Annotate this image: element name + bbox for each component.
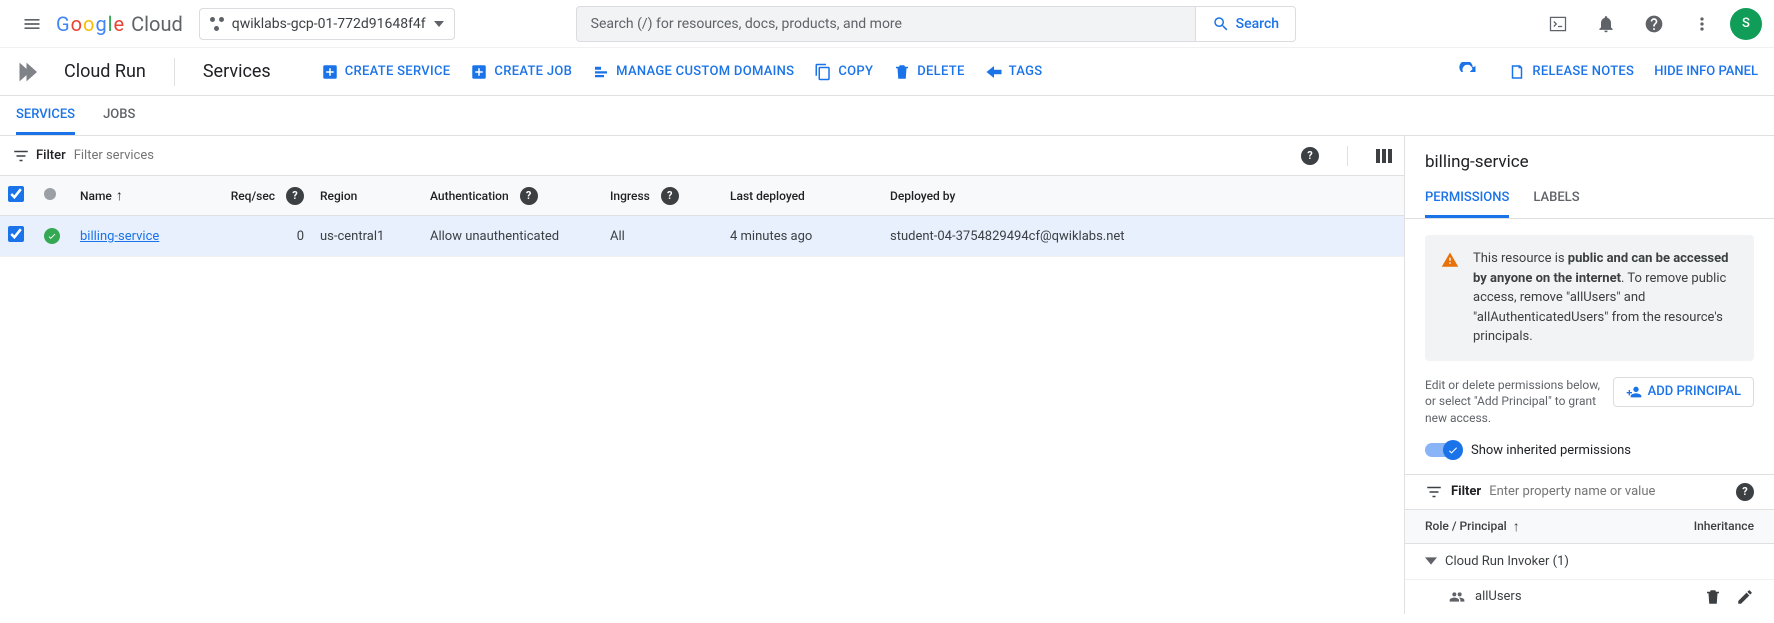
public-warning: This resource is public and can be acces… [1425,235,1754,361]
project-picker[interactable]: qwiklabs-gcp-01-772d91648f4f [199,8,455,40]
col-last-deployed[interactable]: Last deployed [722,176,882,216]
group-icon [1449,589,1465,605]
tab-services[interactable]: SERVICES [16,96,75,135]
filter-label: Filter [12,147,66,165]
principal-row: allUsers [1405,580,1774,614]
project-name: qwiklabs-gcp-01-772d91648f4f [232,16,426,32]
notifications-button[interactable] [1586,4,1626,44]
edit-help-text: Edit or delete permissions below, or sel… [1425,377,1601,427]
release-notes-button[interactable]: RELEASE NOTES [1508,63,1634,81]
filter-help-icon[interactable]: ? [1301,147,1319,165]
principal-name: allUsers [1475,589,1522,604]
filter-input[interactable] [74,148,1293,163]
help-icon[interactable]: ? [520,187,538,205]
search-placeholder: Search (/) for resources, docs, products… [591,16,902,32]
service-link[interactable]: billing-service [80,229,159,244]
services-table: Name↑ Req/sec ? Region Authentication ? … [0,176,1404,257]
copy-icon [814,63,832,81]
copy-button[interactable]: COPY [814,63,873,81]
search-input[interactable]: Search (/) for resources, docs, products… [576,6,1196,42]
tab-jobs[interactable]: JOBS [103,96,135,135]
sort-asc-icon: ↑ [116,187,123,204]
show-inherited-toggle[interactable] [1425,443,1461,457]
delete-principal-button[interactable] [1704,588,1722,606]
add-person-icon [1626,384,1642,400]
refresh-button[interactable] [1448,52,1488,92]
tab-permissions[interactable]: PERMISSIONS [1425,180,1509,218]
panel-filter-input[interactable] [1489,484,1728,499]
cell-region: us-central1 [312,216,422,257]
hide-info-panel-button[interactable]: HIDE INFO PANEL [1654,64,1758,79]
show-inherited-label: Show inherited permissions [1471,443,1631,458]
product-name: Cloud Run [64,61,146,82]
col-region[interactable]: Region [312,176,422,216]
delete-button[interactable]: DELETE [893,63,964,81]
section-title: Services [203,61,271,82]
divider [174,58,175,86]
edit-principal-button[interactable] [1736,588,1754,606]
plus-icon [470,63,488,81]
help-icon[interactable]: ? [286,187,304,205]
status-ok-icon [44,228,60,244]
help-icon[interactable]: ? [661,187,679,205]
role-header[interactable]: Role / Principal [1425,519,1507,533]
avatar[interactable]: S [1730,8,1762,40]
cell-ingress: All [602,216,722,257]
cell-last-deployed: 4 minutes ago [722,216,882,257]
filter-icon [1425,483,1443,501]
table-row[interactable]: billing-service 0 us-central1 Allow unau… [0,216,1404,257]
filter-icon [12,147,30,165]
cell-auth: Allow unauthenticated [422,216,602,257]
role-group-row[interactable]: Cloud Run Invoker (1) [1405,544,1774,580]
column-settings-button[interactable] [1376,149,1392,163]
dropdown-icon [434,21,444,27]
search-icon [1212,15,1230,33]
domains-icon [592,63,610,81]
inheritance-header[interactable]: Inheritance [1694,519,1754,533]
sort-asc-icon: ↑ [1513,518,1520,535]
divider [1347,146,1348,166]
add-principal-button[interactable]: ADD PRINCIPAL [1613,377,1754,407]
google-cloud-logo[interactable]: Google Cloud [56,12,183,36]
col-auth[interactable]: Authentication ? [422,176,602,216]
warning-icon [1441,251,1459,269]
create-job-button[interactable]: CREATE JOB [470,63,572,81]
help-button[interactable] [1634,4,1674,44]
col-ingress[interactable]: Ingress ? [602,176,722,216]
cloud-shell-button[interactable] [1538,4,1578,44]
panel-filter-label: Filter [1451,484,1481,499]
status-header-icon [44,188,56,200]
col-deployed-by[interactable]: Deployed by [882,176,1404,216]
cell-req: 0 [212,216,312,257]
more-menu-button[interactable] [1682,4,1722,44]
col-name[interactable]: Name↑ [72,176,212,216]
cell-deployed-by: student-04-3754829494cf@qwiklabs.net [882,216,1404,257]
row-checkbox[interactable] [8,226,24,242]
filter-help-icon[interactable]: ? [1736,483,1754,501]
manage-domains-button[interactable]: MANAGE CUSTOM DOMAINS [592,63,794,81]
trash-icon [893,63,911,81]
project-icon [210,17,224,31]
create-service-button[interactable]: CREATE SERVICE [321,63,451,81]
tags-button[interactable]: TAGS [985,63,1043,81]
search-button[interactable]: Search [1196,6,1296,42]
select-all-checkbox[interactable] [8,186,24,202]
notes-icon [1508,63,1526,81]
col-req[interactable]: Req/sec ? [212,176,312,216]
cloud-run-icon [16,58,44,86]
tab-labels[interactable]: LABELS [1533,180,1579,218]
plus-icon [321,63,339,81]
panel-title: billing-service [1405,136,1774,180]
tag-icon [985,63,1003,81]
nav-menu-button[interactable] [12,4,52,44]
chevron-down-icon [1425,555,1437,567]
